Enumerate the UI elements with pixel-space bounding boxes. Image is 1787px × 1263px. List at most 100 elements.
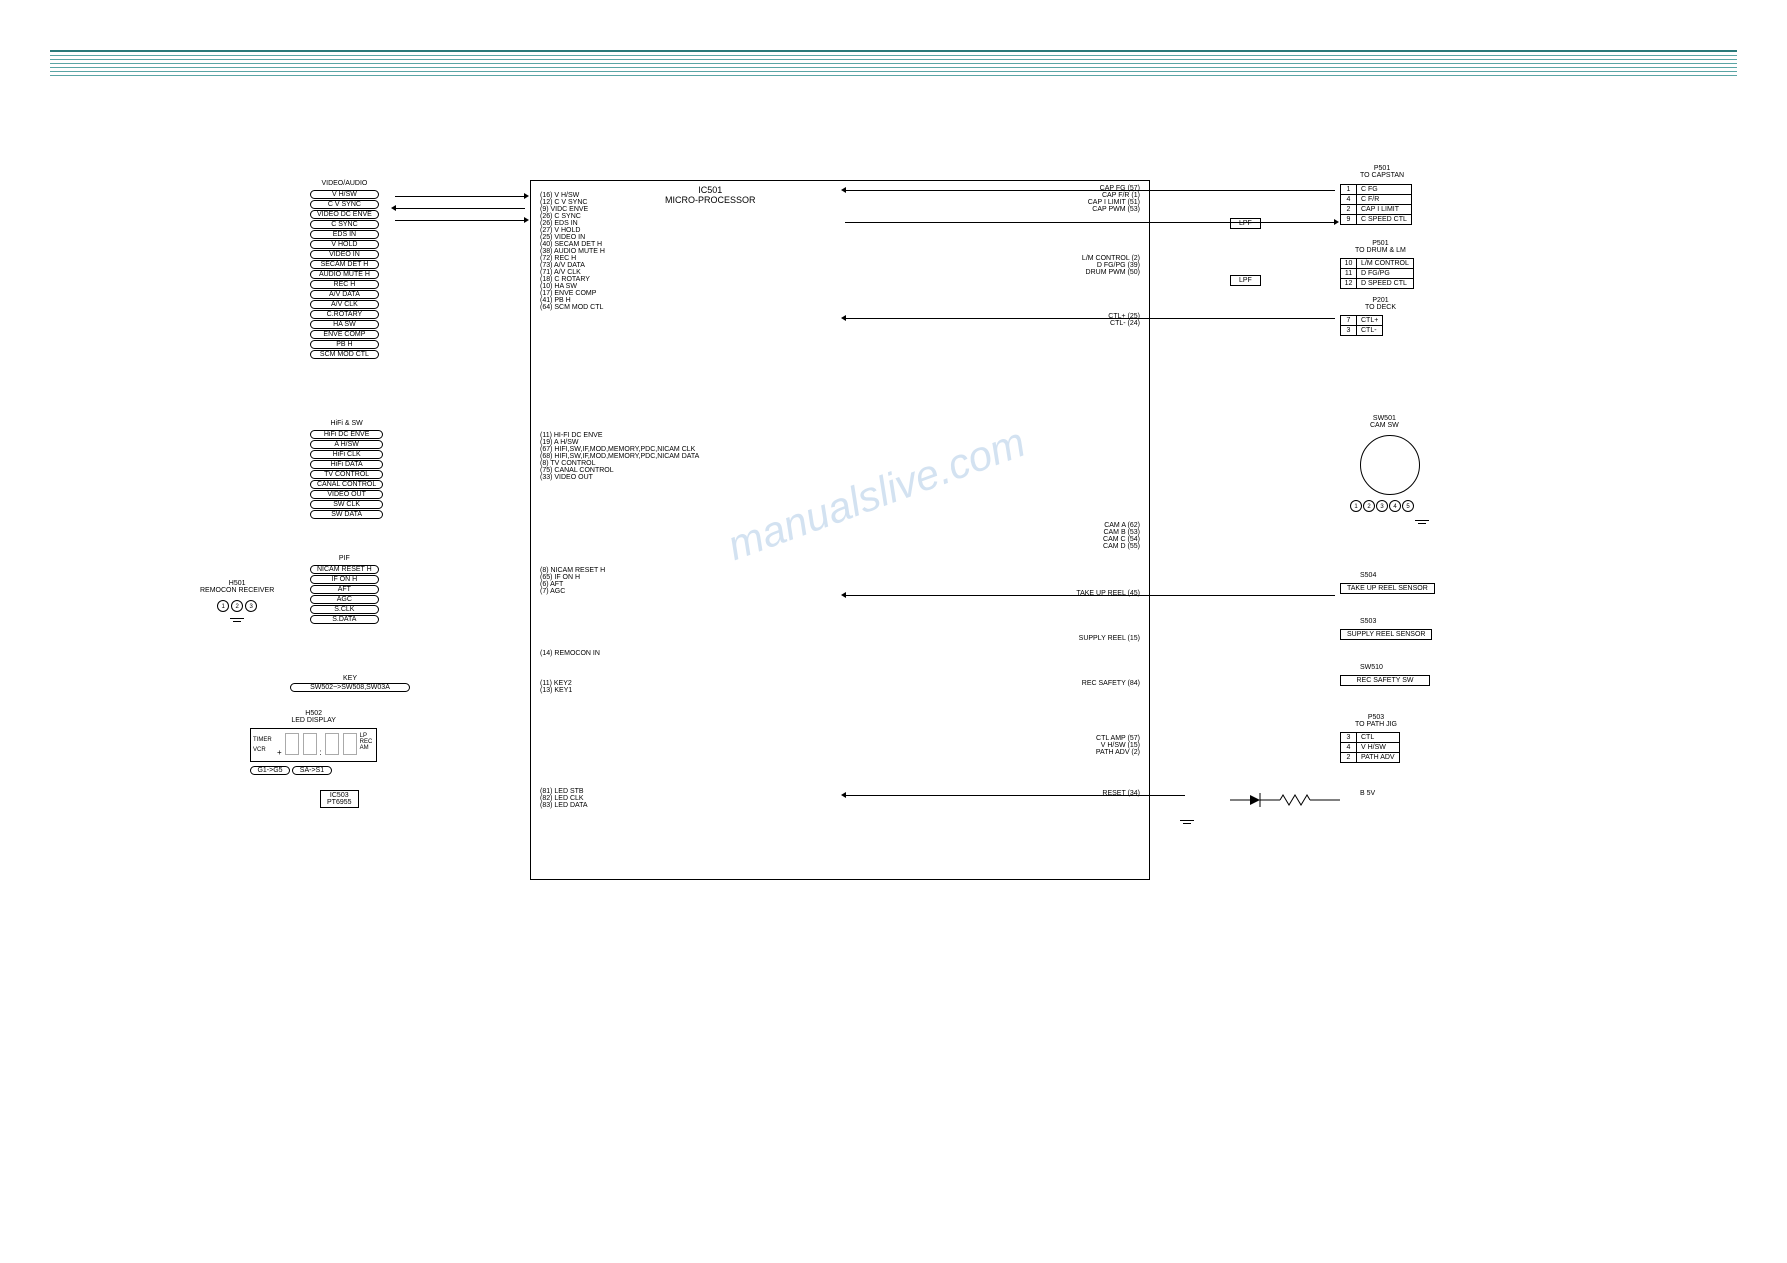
- pin-audio-mute-h: (38) AUDIO MUTE H: [540, 248, 605, 255]
- out-cam-b: CAM B (53): [1103, 529, 1140, 536]
- seg-2: [303, 733, 317, 755]
- sig-audio-mute-h: AUDIO MUTE H: [310, 270, 379, 279]
- pin-av-clk: (71) A/V CLK: [540, 269, 605, 276]
- pin-key1: (13) KEY1: [540, 687, 572, 694]
- pin-ha-sw: (10) HA SW: [540, 283, 605, 290]
- recsafety-out: REC SAFETY (84): [1082, 680, 1140, 687]
- arrow-cap-pwm: [845, 222, 1335, 223]
- out-cam-d: CAM D (55): [1103, 543, 1140, 550]
- out-v-hsw-r: V H/SW (15): [1096, 742, 1140, 749]
- pin-video-in: (25) VIDEO IN: [540, 234, 605, 241]
- p201-deck-conn: 7CTL+ 3CTL-: [1340, 315, 1383, 336]
- ic503-ref: IC503: [327, 792, 352, 799]
- seg-1: [285, 733, 299, 755]
- supply-sensor-box: SUPPLY REEL SENSOR: [1340, 629, 1432, 640]
- sig-aft: AFT: [310, 585, 379, 594]
- supply-out: SUPPLY REEL (15): [1079, 635, 1140, 642]
- pin-led-clk: (82) LED CLK: [540, 795, 588, 802]
- p503-conn: 3CTL 4V H/SW 2PATH ADV: [1340, 732, 1400, 763]
- sig-canal-control: CANAL CONTROL: [310, 480, 383, 489]
- pin-if-on-h: (65) IF ON H: [540, 574, 605, 581]
- schematic-diagram: manualslive.com IC501 MICRO-PROCESSOR VI…: [220, 170, 1570, 1090]
- key-pins: (11) KEY2 (13) KEY1: [540, 680, 572, 694]
- cam-sw-name: CAM SW: [1370, 422, 1399, 429]
- out-ctl-minus: CTL- (24): [1108, 320, 1140, 327]
- pin-c-sync: (26) C SYNC: [540, 213, 605, 220]
- pin-enve-comp: (17) ENVE COMP: [540, 290, 605, 297]
- sig-v-hold: V HOLD: [310, 240, 379, 249]
- out-cap-fr: CAP F/R (1): [1088, 192, 1140, 199]
- sig-av-clk: A/V CLK: [310, 300, 379, 309]
- key-title: KEY: [290, 675, 410, 682]
- diode-resistor-icon: [1230, 785, 1350, 825]
- pif-group: PIF NICAM RESET H IF ON H AFT AGC S.CLK …: [310, 555, 379, 624]
- cam-sw-ref: SW501: [1370, 415, 1399, 422]
- led-grid-g: G1->G5: [250, 766, 290, 775]
- cam-sw-circle: [1360, 435, 1420, 495]
- pin-led-stb: (81) LED STB: [540, 788, 588, 795]
- remocon-receiver: H501 REMOCON RECEIVER 1 2 3: [200, 580, 274, 618]
- sig-scm-mod-ctl: SCM MOD CTL: [310, 350, 379, 359]
- led-display-box: TIMER VCR + : LP REC AM: [250, 728, 377, 762]
- p501-capstan-sub: TO CAPSTAN: [1360, 172, 1404, 179]
- out-cap-pwm: CAP PWM (53): [1088, 206, 1140, 213]
- led-timer: TIMER: [253, 737, 272, 743]
- sig-enve-comp: ENVE COMP: [310, 330, 379, 339]
- pin-hifi-clk: (67) HIFI,SW,IF,MOD,MEMORY,PDC,NICAM CLK: [540, 446, 699, 453]
- p501-capstan-header: P501 TO CAPSTAN: [1360, 165, 1404, 179]
- out-supply-reel: SUPPLY REEL (15): [1079, 635, 1140, 642]
- p501-drum-conn: 10L/M CONTROL 11D FG/PG 12D SPEED CTL: [1340, 258, 1414, 289]
- key-group: KEY SW502~>SW508,SW03A: [290, 675, 410, 692]
- p503-header: P503 TO PATH JIG: [1355, 714, 1397, 728]
- video-audio-title: VIDEO/AUDIO: [310, 180, 379, 187]
- led-am: AM: [360, 745, 373, 751]
- led-vcr: VCR: [253, 747, 266, 753]
- sig-agc: AGC: [310, 595, 379, 604]
- p503-title: P503: [1355, 714, 1397, 721]
- out-cam-a: CAM A (62): [1103, 522, 1140, 529]
- sig-video-dc-enve: VIDEO DC ENVE: [310, 210, 379, 219]
- led-grid-s: SA->S1: [292, 766, 332, 775]
- pin-key2: (11) KEY2: [540, 680, 572, 687]
- pin-remocon-in: (14) REMOCON IN: [540, 650, 600, 657]
- drum-out-pins: L/M CONTROL (2) D FG/PG (39) DRUM PWM (5…: [1082, 255, 1140, 276]
- cam-sw-terms: 1 2 3 4 5: [1350, 500, 1414, 512]
- sig-hifi-data: HiFi DATA: [310, 460, 383, 469]
- p503-sub: TO PATH JIG: [1355, 721, 1397, 728]
- ic-name: MICRO-PROCESSOR: [665, 195, 756, 205]
- out-rec-safety: REC SAFETY (84): [1082, 680, 1140, 687]
- cam-sw-header: SW501 CAM SW: [1370, 415, 1399, 429]
- pin-hifi-data: (68) HIFI,SW,IF,MOD,MEMORY,PDC,NICAM DAT…: [540, 453, 699, 460]
- sig-if-on-h: IF ON H: [310, 575, 379, 584]
- hifi-sw-group: HiFi & SW HiFi DC ENVE A H/SW HiFi CLK H…: [310, 420, 383, 519]
- remocon-ref: H501: [200, 580, 274, 587]
- pin-rec-h: (72) REC H: [540, 255, 605, 262]
- arrow-reset: [845, 795, 1185, 796]
- p501-drum-header: P501 TO DRUM & LM: [1355, 240, 1406, 254]
- seg-4: [343, 733, 357, 755]
- sig-c-v-sync: C V SYNC: [310, 200, 379, 209]
- p501-drum-title: P501: [1355, 240, 1406, 247]
- takeup-ref: S504: [1360, 572, 1376, 579]
- sig-hifi-clk: HiFi CLK: [310, 450, 383, 459]
- sig-rec-h: REC H: [310, 280, 379, 289]
- pin-agc: (7) AGC: [540, 588, 605, 595]
- sig-c-rotary: C.ROTARY: [310, 310, 379, 319]
- arrow-takeup: [845, 595, 1335, 596]
- pin-scm-mod-ctl: (64) SCM MOD CTL: [540, 304, 605, 311]
- sig-hifi-dc-enve: HiFi DC ENVE: [310, 430, 383, 439]
- recsafety-sw-box: REC SAFETY SW: [1340, 675, 1430, 686]
- pin-tv-control: (8) TV CONTROL: [540, 460, 699, 467]
- pin-hifi-dc-enve: (11) HI-FI DC ENVE: [540, 432, 699, 439]
- pin-c-v-sync: (12) C V SYNC: [540, 199, 605, 206]
- ic501-box: [530, 180, 1150, 880]
- out-lm-control: L/M CONTROL (2): [1082, 255, 1140, 262]
- pin-c-rotary: (18) C ROTARY: [540, 276, 605, 283]
- reset-circuit: [1230, 785, 1350, 827]
- takeup-sensor-header: S504: [1360, 572, 1376, 579]
- video-audio-group: VIDEO/AUDIO V H/SW C V SYNC VIDEO DC ENV…: [310, 180, 379, 359]
- seg-3: [325, 733, 339, 755]
- led-name: LED DISPLAY: [250, 717, 377, 724]
- ic503-part: PT6955: [327, 799, 352, 806]
- led-ref: H502: [305, 710, 322, 717]
